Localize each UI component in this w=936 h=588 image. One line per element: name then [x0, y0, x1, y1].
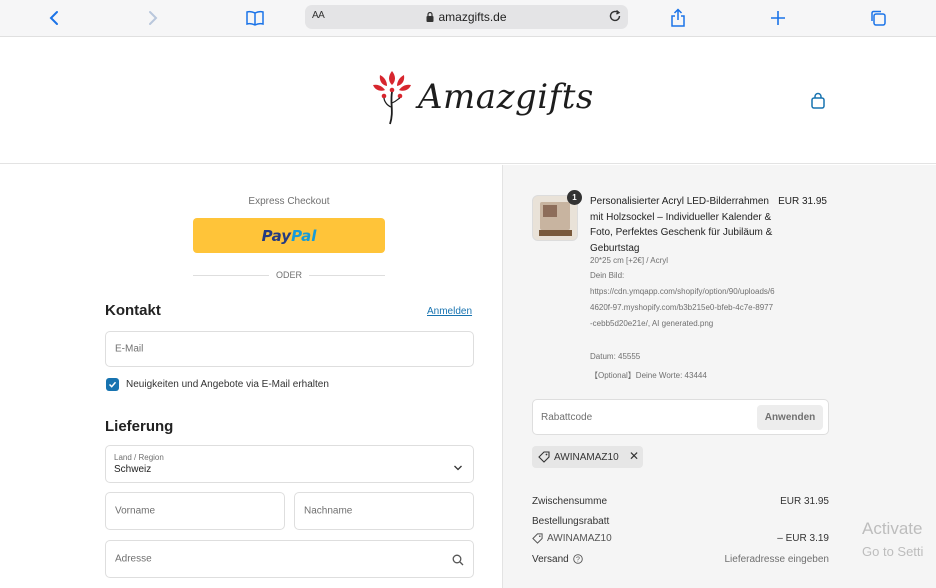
forward-icon[interactable]	[141, 6, 165, 30]
product-date: Datum: 45555	[590, 352, 641, 361]
brand-logo[interactable]: Amazgifts	[370, 67, 593, 129]
lock-icon	[426, 11, 434, 25]
cart-icon[interactable]	[809, 92, 827, 110]
activation-watermark-title: Activate	[862, 519, 923, 538]
svg-text:?: ?	[576, 557, 580, 564]
site-header: Amazgifts	[0, 37, 936, 164]
applied-discount-tag: AWINAMAZ10 ✕	[532, 446, 643, 468]
contact-heading: Kontakt	[105, 302, 161, 319]
paypal-pay-text: Pay	[261, 226, 292, 245]
back-icon[interactable]	[42, 6, 66, 30]
paypal-pal-text: Pal	[291, 226, 317, 245]
address-placeholder: Adresse	[115, 553, 152, 565]
reload-icon[interactable]	[608, 9, 622, 26]
order-discount-row: Bestellungsrabatt	[532, 516, 829, 530]
subtotal-value: EUR 31.95	[780, 496, 829, 507]
quantity-badge: 1	[567, 190, 582, 205]
applied-code-text: AWINAMAZ10	[554, 452, 619, 463]
or-divider: ODER	[193, 269, 385, 281]
newsletter-label: Neuigkeiten und Angebote via E-Mail erha…	[126, 379, 329, 390]
checkout-form: Express Checkout PayPal ODER Kontakt Anm…	[0, 165, 502, 588]
product-title: Personalisierter Acryl LED-Bilderrahmen …	[590, 196, 773, 254]
chevron-down-icon	[453, 459, 463, 477]
last-name-placeholder: Nachname	[304, 505, 353, 517]
paypal-button[interactable]: PayPal	[193, 218, 385, 253]
discount-code-field[interactable]: Rabattcode Anwenden	[532, 399, 829, 435]
tag-icon	[532, 533, 543, 547]
newsletter-checkbox[interactable]	[106, 378, 119, 391]
share-icon[interactable]	[666, 6, 690, 30]
order-discount-code-row: AWINAMAZ10 – EUR 3.19	[532, 533, 829, 547]
country-label: Land / Region	[114, 453, 164, 462]
new-tab-icon[interactable]	[766, 6, 790, 30]
product-price: EUR 31.95	[778, 196, 827, 207]
product-words: 【Optional】Deine Worte: 43444	[590, 371, 707, 380]
image-label: Dein Bild:	[590, 271, 625, 280]
order-discount-code: AWINAMAZ10	[547, 533, 612, 544]
login-link[interactable]: Anmelden	[427, 306, 472, 317]
apply-button[interactable]: Anwenden	[757, 405, 823, 430]
order-discount-label: Bestellungsrabatt	[532, 516, 610, 527]
shipping-row: Versand ? Lieferadresse eingeben	[532, 554, 829, 568]
country-value: Schweiz	[114, 464, 152, 475]
first-name-field[interactable]: Vorname	[105, 492, 285, 530]
country-select[interactable]: Land / Region Schweiz	[105, 445, 474, 483]
delivery-heading: Lieferung	[105, 418, 174, 435]
address-field[interactable]: Adresse	[105, 540, 474, 578]
order-discount-value: – EUR 3.19	[777, 533, 829, 544]
product-variant: 20*25 cm [+2€] / Acryl	[590, 256, 669, 265]
activation-watermark-subtitle: Go to Setti	[862, 544, 924, 559]
address-bar[interactable]: AA amazgifts.de	[305, 5, 628, 29]
checkmark-icon	[108, 381, 117, 388]
subtotal-label: Zwischensumme	[532, 496, 608, 507]
browser-toolbar: AA amazgifts.de	[0, 0, 936, 37]
express-checkout-label: Express Checkout	[248, 196, 330, 207]
brand-name: Amazgifts	[418, 77, 594, 117]
email-field[interactable]: E-Mail	[105, 331, 474, 367]
last-name-field[interactable]: Nachname	[294, 492, 474, 530]
tag-icon	[538, 451, 550, 466]
flower-logo-icon	[373, 71, 411, 125]
search-icon	[452, 553, 464, 571]
email-placeholder: E-Mail	[115, 343, 144, 355]
help-icon[interactable]: ?	[573, 554, 583, 567]
discount-placeholder: Rabattcode	[541, 412, 593, 423]
url-text: amazgifts.de	[438, 10, 507, 24]
shipping-value: Lieferadresse eingeben	[724, 554, 829, 565]
bookmarks-icon[interactable]	[243, 6, 267, 30]
first-name-placeholder: Vorname	[115, 505, 156, 517]
tabs-icon[interactable]	[866, 6, 890, 30]
image-url: https://cdn.ymqapp.com/shopify/option/90…	[590, 287, 775, 328]
remove-discount-icon[interactable]: ✕	[629, 449, 639, 463]
shipping-label: Versand	[532, 554, 569, 565]
subtotal-row: Zwischensumme EUR 31.95	[532, 496, 829, 510]
